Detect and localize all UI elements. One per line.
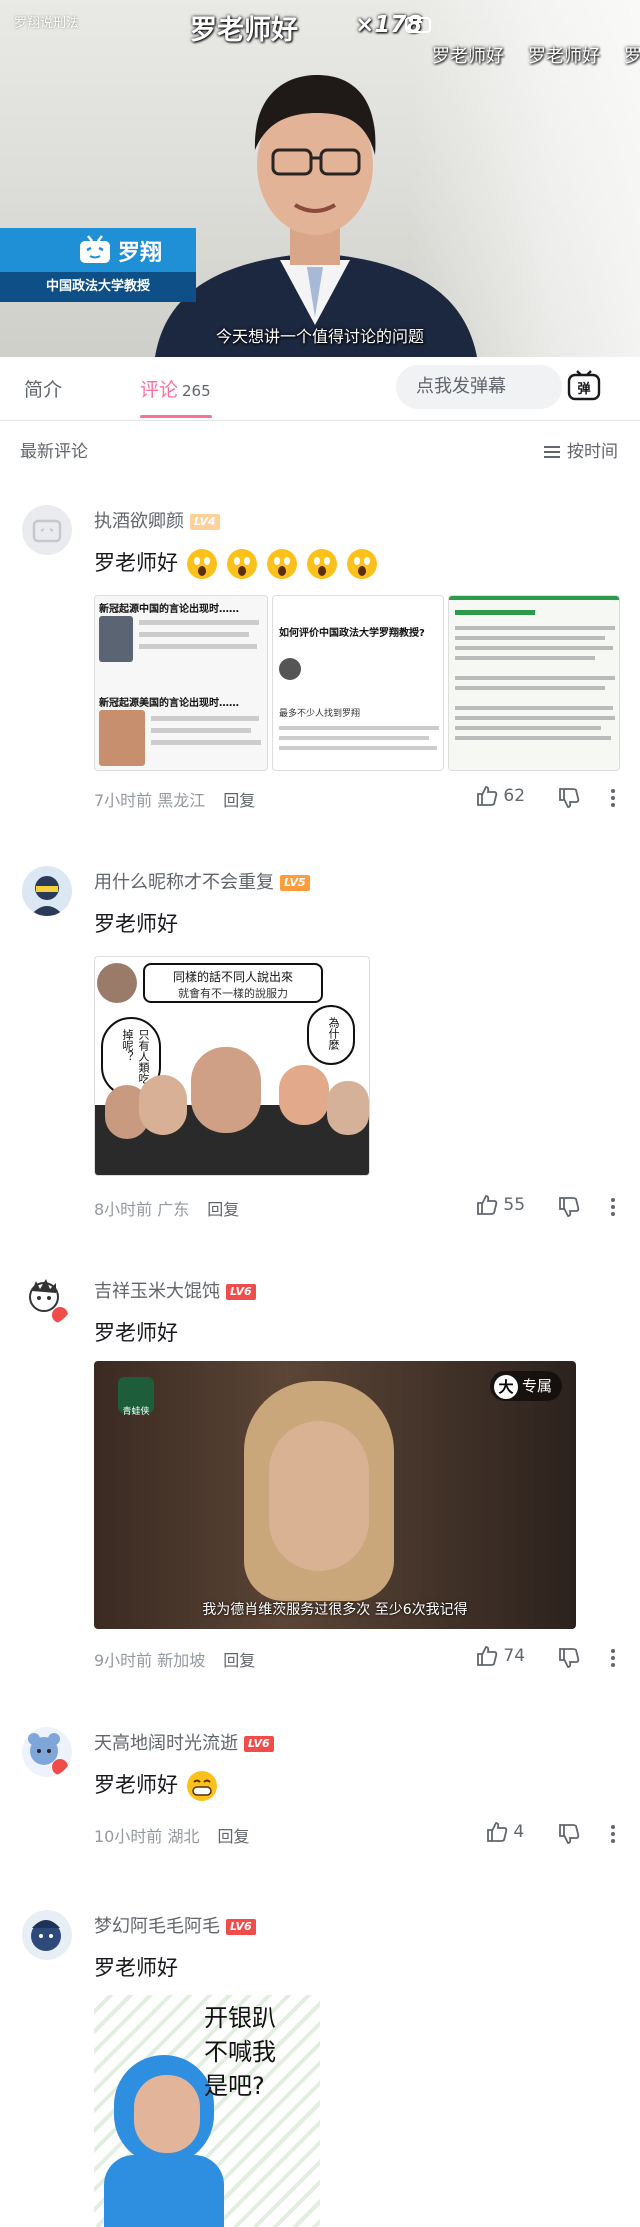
shocked-emoji-icon bbox=[306, 548, 338, 580]
thumbs-up-icon bbox=[477, 786, 498, 806]
username[interactable]: 梦幻阿毛毛阿毛 LV6 bbox=[94, 1912, 256, 1938]
tab-comments-label: 评论 bbox=[140, 379, 179, 401]
comment-text: 罗老师好 bbox=[94, 912, 178, 936]
like-count: 62 bbox=[503, 786, 526, 806]
sort-by-time-button[interactable]: 按时间 bbox=[543, 437, 618, 462]
avatar[interactable] bbox=[22, 1275, 72, 1325]
comment-image[interactable]: 如何评价中国政法大学罗翔教授? 最多不少人找到罗翔 bbox=[272, 595, 444, 771]
channel-watermark: 罗翔说刑法 bbox=[14, 16, 80, 31]
danmaku-item: 罗老师好 bbox=[432, 46, 504, 67]
shocked-emoji-icon bbox=[266, 548, 298, 580]
thumbs-down-icon[interactable] bbox=[558, 1196, 580, 1218]
tab-intro[interactable]: 简介 bbox=[24, 375, 62, 402]
like-button[interactable]: 62 bbox=[476, 785, 525, 807]
comment-sort-bar: 最新评论 按时间 bbox=[0, 421, 640, 477]
speaker-nameplate: 罗翔 中国政法大学教授 bbox=[0, 228, 232, 302]
comment-meta: 7小时前 黑龙江 回复 bbox=[94, 791, 256, 810]
sort-title: 最新评论 bbox=[20, 442, 88, 462]
shocked-emoji-icon bbox=[186, 548, 218, 580]
list-icon bbox=[544, 446, 560, 458]
level-badge: LV6 bbox=[244, 1736, 274, 1752]
thumbs-up-icon bbox=[477, 1646, 498, 1666]
comment-meta: 10小时前 湖北 回复 bbox=[94, 1827, 250, 1846]
more-icon[interactable] bbox=[610, 1196, 616, 1218]
avatar[interactable] bbox=[22, 866, 72, 916]
comment-meta: 8小时前 广东 回复 bbox=[94, 1200, 240, 1219]
thumbs-up-icon bbox=[487, 1822, 508, 1842]
svg-text:弹: 弹 bbox=[577, 381, 590, 397]
video-subtitle: 我为德肖维茨服务过很多次 至少6次我记得 bbox=[202, 1602, 468, 1618]
avatar[interactable] bbox=[22, 505, 72, 555]
player-logo-icon bbox=[404, 14, 432, 36]
more-icon[interactable] bbox=[610, 1647, 616, 1669]
level-badge: LV6 bbox=[226, 1284, 256, 1300]
comment-item: 天高地阔时光流逝 LV6 罗老师好 10小时前 湖北 回复 4 bbox=[0, 1727, 640, 1867]
tab-comments[interactable]: 评论 265 bbox=[140, 375, 211, 402]
username[interactable]: 天高地阔时光流逝 LV6 bbox=[94, 1729, 274, 1755]
comment-meta: 9小时前 新加坡 回复 bbox=[94, 1651, 256, 1670]
speaker-title: 中国政法大学教授 bbox=[0, 272, 196, 302]
content-tabs: 简介 评论 265 点我发弹幕 弹 bbox=[0, 357, 640, 421]
thumbs-up-icon bbox=[477, 1195, 498, 1215]
comment-text: 罗老师好 bbox=[94, 547, 378, 580]
active-tab-indicator bbox=[140, 415, 212, 418]
comment-item: 用什么昵称才不会重复 LV5 罗老师好 同樣的話不同人說出來 就會有不一樣的說服力… bbox=[0, 866, 640, 1226]
username[interactable]: 吉祥玉米大馄饨 LV6 bbox=[94, 1277, 256, 1303]
reply-button[interactable]: 回复 bbox=[207, 1200, 239, 1219]
shocked-emoji-icon bbox=[346, 548, 378, 580]
level-badge: LV5 bbox=[280, 875, 310, 891]
speaker-figure bbox=[155, 75, 477, 357]
like-button[interactable]: 4 bbox=[486, 1821, 524, 1843]
like-button[interactable]: 74 bbox=[476, 1645, 525, 1667]
avatar[interactable] bbox=[22, 1910, 72, 1960]
comment-text: 罗老师好 bbox=[94, 1956, 178, 1980]
comment-image[interactable]: 开银趴 不喊我 是吧? bbox=[94, 1995, 320, 2227]
meme-caption: 开银趴 不喊我 是吧? bbox=[204, 2004, 276, 2100]
thumbs-down-icon[interactable] bbox=[558, 787, 580, 809]
thumbs-down-icon[interactable] bbox=[558, 1823, 580, 1845]
comment-count: 265 bbox=[182, 382, 211, 400]
tv-icon bbox=[80, 235, 110, 263]
video-player[interactable]: 罗翔说刑法 罗老师好 ×178 罗老师好 罗老师好 罗 罗翔 中国政法大学教授 … bbox=[0, 0, 640, 357]
danmu-toggle-icon[interactable]: 弹 bbox=[566, 369, 602, 405]
like-count: 55 bbox=[503, 1195, 526, 1215]
comment-item: 吉祥玉米大馄饨 LV6 罗老师好 青蛙侠 大专属 我为德肖维茨服务过很多次 至少6… bbox=[0, 1275, 640, 1675]
comment-image[interactable]: 新冠起源中国的言论出现时…… 新冠起源美国的言论出现时…… bbox=[94, 595, 268, 771]
reply-button[interactable]: 回复 bbox=[223, 1651, 255, 1670]
sort-by-time-label: 按时间 bbox=[567, 442, 618, 462]
comment-text: 罗老师好 bbox=[94, 1769, 218, 1802]
comment-item: 梦幻阿毛毛阿毛 LV6 罗老师好 开银趴 不喊我 是吧? bbox=[0, 1910, 640, 2227]
username[interactable]: 用什么昵称才不会重复 LV5 bbox=[94, 868, 310, 894]
like-count: 4 bbox=[513, 1822, 525, 1842]
comment-video[interactable]: 青蛙侠 大专属 我为德肖维茨服务过很多次 至少6次我记得 bbox=[94, 1361, 576, 1629]
comment-image[interactable]: 同樣的話不同人說出來 就會有不一樣的說服力 只有人類吃掉呢？ 為什麼 bbox=[94, 956, 370, 1176]
comment-item: 执酒欲卿颜 LV4 罗老师好 新冠起源中国的言论出现时…… 新冠起源美国的言论出现… bbox=[0, 505, 640, 835]
exclusive-badge: 大专属 bbox=[489, 1371, 562, 1401]
speaker-name: 罗翔 bbox=[118, 241, 163, 266]
shocked-emoji-icon bbox=[226, 548, 258, 580]
like-count: 74 bbox=[503, 1646, 526, 1666]
video-subtitle: 今天想讲一个值得讨论的问题 bbox=[215, 327, 424, 346]
comment-image[interactable] bbox=[448, 595, 620, 771]
danmaku-item: 罗 bbox=[624, 46, 640, 67]
danmaku-item: 罗老师好 bbox=[528, 46, 600, 67]
reply-button[interactable]: 回复 bbox=[217, 1827, 249, 1846]
like-button[interactable]: 55 bbox=[476, 1194, 525, 1216]
grin-emoji-icon bbox=[186, 1770, 218, 1802]
channel-logo: 青蛙侠 bbox=[118, 1377, 154, 1417]
comment-text: 罗老师好 bbox=[94, 1321, 178, 1345]
more-icon[interactable] bbox=[610, 787, 616, 809]
danmu-input[interactable]: 点我发弹幕 bbox=[396, 365, 562, 409]
username[interactable]: 执酒欲卿颜 LV4 bbox=[94, 507, 220, 533]
level-badge: LV4 bbox=[190, 514, 220, 530]
more-icon[interactable] bbox=[610, 1823, 616, 1845]
thumbs-down-icon[interactable] bbox=[558, 1647, 580, 1669]
avatar[interactable] bbox=[22, 1727, 72, 1777]
level-badge: LV6 bbox=[226, 1919, 256, 1935]
reply-button[interactable]: 回复 bbox=[223, 791, 255, 810]
danmaku-highlight: 罗老师好 bbox=[190, 15, 298, 46]
video-comment-page: { "player": { "watermark": "罗翔说刑法", "dan… bbox=[0, 0, 640, 2227]
